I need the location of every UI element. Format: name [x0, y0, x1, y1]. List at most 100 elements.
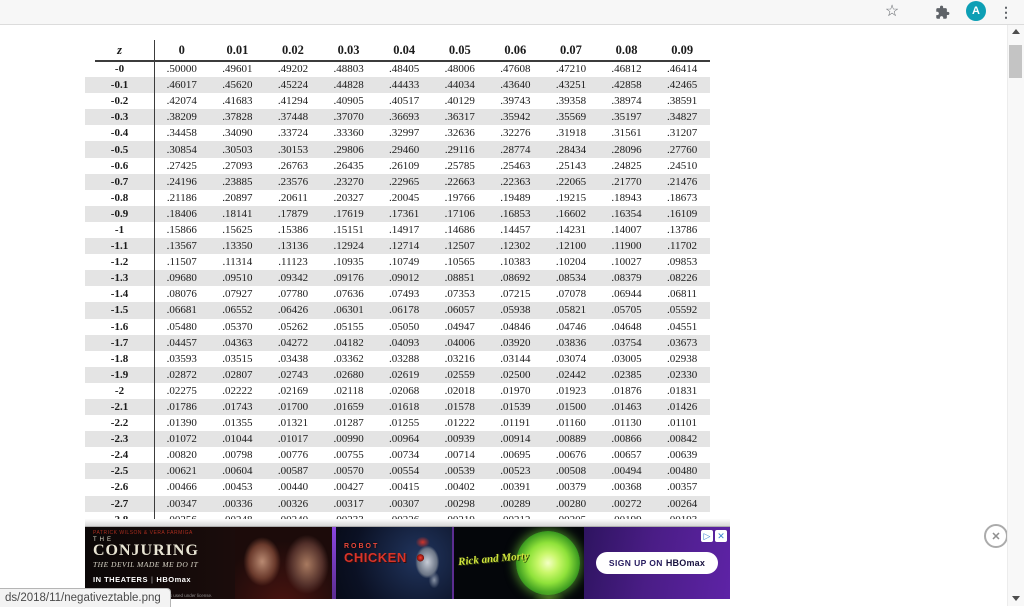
z-value-cell: -0.5	[85, 144, 154, 156]
sign-up-button[interactable]: SIGN UP ON HBOmax	[596, 552, 718, 574]
probability-cell: .03754	[599, 337, 655, 349]
table-row: -0.9.18406.18141.17879.17619.17361.17106…	[85, 206, 710, 222]
probability-cell: .44433	[376, 79, 432, 91]
probability-cell: .00714	[432, 449, 488, 461]
probability-cell: .37828	[210, 111, 266, 123]
probability-cell: .03593	[154, 353, 210, 365]
column-header: 0.08	[599, 43, 655, 58]
probability-cell: .19489	[488, 192, 544, 204]
z-value-cell: -1.8	[85, 353, 154, 365]
probability-cell: .39743	[488, 95, 544, 107]
column-header: 0	[154, 43, 210, 58]
probability-cell: .03362	[321, 353, 377, 365]
probability-cell: .26763	[265, 160, 321, 172]
probability-cell: .27425	[154, 160, 210, 172]
z-value-cell: -2.2	[85, 417, 154, 429]
column-header: 0.05	[432, 43, 488, 58]
profile-avatar[interactable]: A	[966, 1, 986, 21]
probability-cell: .00272	[599, 498, 655, 510]
z-value-cell: -2.6	[85, 481, 154, 493]
probability-cell: .13350	[210, 240, 266, 252]
probability-cell: .09342	[265, 272, 321, 284]
table-row: -0.8.21186.20897.20611.20327.20045.19766…	[85, 190, 710, 206]
scroll-down-arrow-icon[interactable]	[1008, 591, 1024, 606]
probability-cell: .12100	[543, 240, 599, 252]
probability-cell: .00440	[265, 481, 321, 493]
probability-cell: .06301	[321, 304, 377, 316]
probability-cell: .03920	[488, 337, 544, 349]
probability-cell: .02680	[321, 369, 377, 381]
probability-cell: .02385	[599, 369, 655, 381]
probability-cell: .40517	[376, 95, 432, 107]
probability-cell: .15866	[154, 224, 210, 236]
hbomax-brand-label: HBOmax	[666, 558, 705, 568]
probability-cell: .27093	[210, 160, 266, 172]
probability-cell: .35569	[543, 111, 599, 123]
table-header-rule	[95, 60, 710, 62]
hbomax-ad-banner[interactable]: PATRICK WILSON & VERA FARMIGA THE CONJUR…	[85, 519, 730, 599]
probability-cell: .38209	[154, 111, 210, 123]
scrollbar-thumb[interactable]	[1009, 45, 1022, 78]
probability-cell: .01578	[432, 401, 488, 413]
probability-cell: .00453	[210, 481, 266, 493]
probability-cell: .21770	[599, 176, 655, 188]
probability-cell: .27760	[654, 144, 710, 156]
probability-cell: .03288	[376, 353, 432, 365]
probability-cell: .43251	[543, 79, 599, 91]
ad-close-icon[interactable]: ✕	[715, 530, 727, 542]
probability-cell: .03144	[488, 353, 544, 365]
probability-cell: .29806	[321, 144, 377, 156]
probability-cell: .04551	[654, 321, 710, 333]
status-url-text: ds/2018/11/negativeztable.png	[5, 592, 161, 604]
page-ad-close-button[interactable]: ✕	[984, 524, 1008, 548]
probability-cell: .00347	[154, 498, 210, 510]
z-value-cell: -2	[85, 385, 154, 397]
probability-cell: .00289	[488, 498, 544, 510]
column-header: 0.03	[321, 43, 377, 58]
probability-cell: .18943	[599, 192, 655, 204]
probability-cell: .00798	[210, 449, 266, 461]
probability-cell: .02619	[376, 369, 432, 381]
z-corner-label: z	[85, 43, 154, 58]
ad-panel-signup: SIGN UP ON HBOmax ▷ ✕	[584, 527, 730, 599]
probability-cell: .03836	[543, 337, 599, 349]
browser-menu-kebab-icon[interactable]: ⋮	[996, 2, 1016, 22]
probability-cell: .20327	[321, 192, 377, 204]
probability-cell: .07353	[432, 288, 488, 300]
extensions-puzzle-icon[interactable]	[932, 2, 952, 22]
probability-cell: .02169	[265, 385, 321, 397]
bookmark-star-icon[interactable]: ☆	[882, 2, 902, 22]
probability-cell: .31561	[599, 127, 655, 139]
probability-cell: .02872	[154, 369, 210, 381]
probability-cell: .22065	[543, 176, 599, 188]
table-row: -1.1.13567.13350.13136.12924.12714.12507…	[85, 238, 710, 254]
column-header: 0.09	[654, 43, 710, 58]
probability-cell: .00964	[376, 433, 432, 445]
probability-cell: .22965	[376, 176, 432, 188]
table-row: -0.50000.49601.49202.48803.48405.48006.4…	[85, 61, 710, 77]
probability-cell: .12924	[321, 240, 377, 252]
probability-cell: .00604	[210, 465, 266, 477]
probability-cell: .08692	[488, 272, 544, 284]
vertical-scrollbar[interactable]	[1007, 24, 1024, 606]
probability-cell: .06057	[432, 304, 488, 316]
probability-cell: .46414	[654, 63, 710, 75]
probability-cell: .00280	[543, 498, 599, 510]
probability-cell: .00357	[654, 481, 710, 493]
table-row: -2.3.01072.01044.01017.00990.00964.00939…	[85, 431, 710, 447]
table-row: -1.15866.15625.15386.15151.14917.14686.1…	[85, 222, 710, 238]
probability-cell: .05705	[599, 304, 655, 316]
table-row: -0.4.34458.34090.33724.33360.32997.32636…	[85, 125, 710, 141]
probability-cell: .07927	[210, 288, 266, 300]
z-value-cell: -1.6	[85, 321, 154, 333]
probability-cell: .41294	[265, 95, 321, 107]
probability-cell: .00415	[376, 481, 432, 493]
probability-cell: .06552	[210, 304, 266, 316]
probability-cell: .38591	[654, 95, 710, 107]
probability-cell: .12507	[432, 240, 488, 252]
probability-cell: .17879	[265, 208, 321, 220]
in-theaters-label: IN THEATERS	[93, 575, 148, 584]
scroll-up-arrow-icon[interactable]	[1008, 24, 1024, 39]
probability-cell: .07493	[376, 288, 432, 300]
adchoices-icon[interactable]: ▷	[701, 530, 713, 542]
